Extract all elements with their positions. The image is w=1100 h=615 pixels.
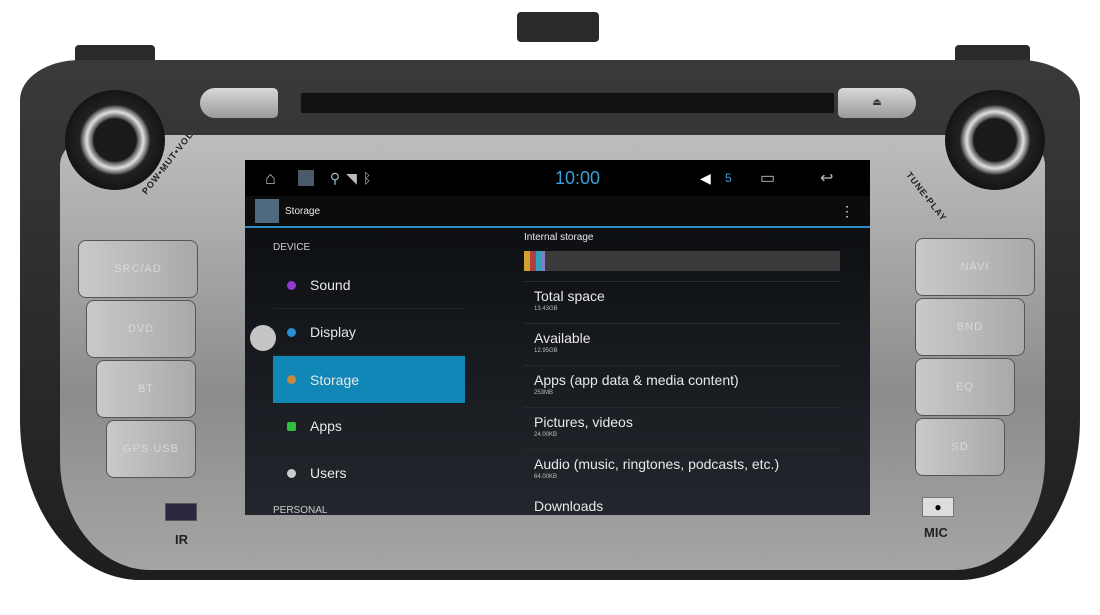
sidebar-item-display[interactable]: Display bbox=[273, 309, 465, 356]
row-title: Pictures, videos bbox=[534, 414, 633, 430]
row-value: 253MB bbox=[534, 390, 554, 396]
volume-icon[interactable]: ◀ bbox=[700, 170, 711, 187]
internal-storage-title: Internal storage bbox=[524, 232, 594, 243]
list-item[interactable]: Pictures, videos 24.00KB bbox=[524, 407, 840, 449]
sidebar-item-users[interactable]: Users bbox=[273, 450, 465, 497]
eq-key[interactable]: EQ bbox=[915, 358, 1015, 416]
list-item[interactable]: Available 12.95GB bbox=[524, 323, 840, 365]
action-bar: Storage ⋮ bbox=[245, 196, 870, 228]
disc-slot bbox=[300, 92, 835, 114]
row-value: 64.00KB bbox=[534, 474, 558, 480]
gps-usb-key[interactable]: GPS USB bbox=[106, 420, 196, 478]
settings-sidebar: DEVICE Sound Display Storage Apps Users … bbox=[245, 228, 500, 515]
right-keys: NAVI BND EQ SD bbox=[915, 238, 1035, 476]
floating-assistive-button[interactable] bbox=[250, 325, 276, 351]
sd-key[interactable]: SD bbox=[915, 418, 1005, 476]
list-item[interactable]: Audio (music, ringtones, podcasts, etc.)… bbox=[524, 449, 840, 491]
settings-app-icon[interactable] bbox=[255, 199, 279, 223]
bluetooth-icon: ᛒ bbox=[362, 170, 372, 186]
ir-label: IR bbox=[175, 532, 188, 547]
sidebar-item-label: Users bbox=[310, 465, 347, 481]
usb-icon: ⚲ bbox=[329, 169, 341, 186]
back-icon[interactable]: ↩ bbox=[820, 168, 833, 188]
sidebar-item-label: Display bbox=[310, 324, 356, 340]
dvd-key[interactable]: DVD bbox=[86, 300, 196, 358]
sidebar-item-storage[interactable]: Storage bbox=[273, 356, 465, 403]
mic-hole-icon: ● bbox=[922, 497, 954, 517]
mic-label: MIC bbox=[924, 525, 948, 540]
status-bar: ⌂ ⚲ ◥ ᛒ 10:00 ◀ 5 ▭ ↩ bbox=[245, 160, 870, 196]
row-title: Available bbox=[534, 330, 591, 346]
storage-pane: Internal storage Total space 13.43GB Avai… bbox=[500, 228, 870, 515]
users-icon bbox=[287, 468, 296, 478]
row-value: 13.43GB bbox=[534, 306, 558, 312]
recent-apps-icon[interactable]: ▭ bbox=[760, 168, 775, 188]
tune-knob[interactable] bbox=[945, 90, 1045, 190]
list-item[interactable]: Downloads bbox=[524, 491, 840, 515]
row-value: 24.00KB bbox=[534, 432, 558, 438]
apps-icon bbox=[287, 421, 296, 431]
gallery-notification-icon bbox=[297, 170, 314, 186]
row-value: 12.95GB bbox=[534, 348, 558, 354]
src-key[interactable]: SRC/AD bbox=[78, 240, 198, 298]
row-title: Total space bbox=[534, 288, 605, 304]
volume-level: 5 bbox=[725, 171, 732, 185]
bt-key[interactable]: BT bbox=[96, 360, 196, 418]
personal-header: PERSONAL bbox=[273, 505, 328, 515]
device-header: DEVICE bbox=[273, 242, 311, 253]
row-title: Downloads bbox=[534, 498, 604, 514]
usage-segment bbox=[541, 251, 545, 271]
wifi-icon: ◥ bbox=[346, 169, 357, 186]
sidebar-item-apps[interactable]: Apps bbox=[273, 403, 465, 450]
sidebar-item-label: Sound bbox=[310, 277, 351, 293]
list-item[interactable]: Apps (app data & media content) 253MB bbox=[524, 365, 840, 407]
list-item[interactable]: Total space 13.43GB bbox=[524, 281, 840, 323]
top-bracket bbox=[517, 12, 599, 42]
home-icon[interactable]: ⌂ bbox=[265, 168, 276, 189]
row-title: Audio (music, ringtones, podcasts, etc.) bbox=[534, 456, 780, 472]
bnd-key[interactable]: BND bbox=[915, 298, 1025, 356]
clock: 10:00 bbox=[555, 167, 601, 188]
sidebar-item-label: Storage bbox=[310, 371, 360, 388]
storage-usage-bar bbox=[524, 251, 840, 271]
left-keys: SRC/AD DVD BT GPS USB bbox=[78, 240, 198, 478]
overflow-menu-icon[interactable]: ⋮ bbox=[840, 203, 854, 220]
sidebar-item-label: Apps bbox=[310, 418, 342, 434]
ir-sensor bbox=[165, 503, 197, 521]
sound-icon bbox=[287, 280, 296, 290]
action-bar-title: Storage bbox=[285, 205, 321, 217]
android-screen: ⌂ ⚲ ◥ ᛒ 10:00 ◀ 5 ▭ ↩ Storage ⋮ DEVICE S… bbox=[245, 160, 870, 515]
top-left-button[interactable] bbox=[200, 88, 278, 118]
storage-icon bbox=[287, 375, 296, 384]
navi-key[interactable]: NAVI bbox=[915, 238, 1035, 296]
display-icon bbox=[287, 327, 296, 337]
eject-button[interactable]: ⏏ bbox=[838, 88, 916, 118]
sidebar-item-sound[interactable]: Sound bbox=[273, 262, 465, 309]
row-title: Apps (app data & media content) bbox=[534, 372, 739, 388]
